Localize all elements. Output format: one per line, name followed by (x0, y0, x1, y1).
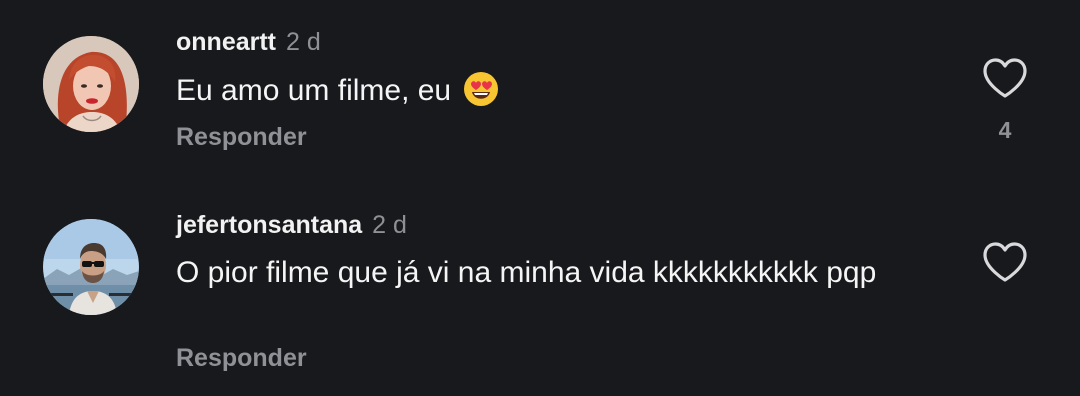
comment-meta: onneartt 2 d (176, 27, 321, 57)
heart-eyes-emoji-icon (463, 71, 499, 107)
comment-meta: jefertonsantana 2 d (176, 210, 407, 240)
timestamp: 2 d (286, 28, 321, 56)
comment-item: jefertonsantana 2 d O pior filme que já v… (0, 180, 1080, 396)
heart-outline-icon (983, 242, 1027, 282)
username[interactable]: onneartt (176, 28, 276, 56)
comment-text: O pior filme que já vi na minha vida kkk… (176, 252, 906, 294)
timestamp: 2 d (372, 211, 407, 239)
comment-item: onneartt 2 d Eu amo um filme, eu Responde… (0, 0, 1080, 180)
comment-text: Eu amo um filme, eu (176, 70, 906, 112)
username[interactable]: jefertonsantana (176, 211, 362, 239)
avatar[interactable] (43, 219, 139, 315)
reply-button[interactable]: Responder (176, 344, 307, 373)
avatar[interactable] (43, 36, 139, 132)
like-count: 4 (998, 117, 1012, 143)
like-button[interactable] (981, 240, 1029, 284)
reply-button[interactable]: Responder (176, 123, 307, 152)
comment-body: Eu amo um filme, eu (176, 74, 452, 107)
comment-body: O pior filme que já vi na minha vida kkk… (176, 256, 877, 289)
like-button[interactable] (981, 56, 1029, 100)
heart-outline-icon (983, 58, 1027, 98)
